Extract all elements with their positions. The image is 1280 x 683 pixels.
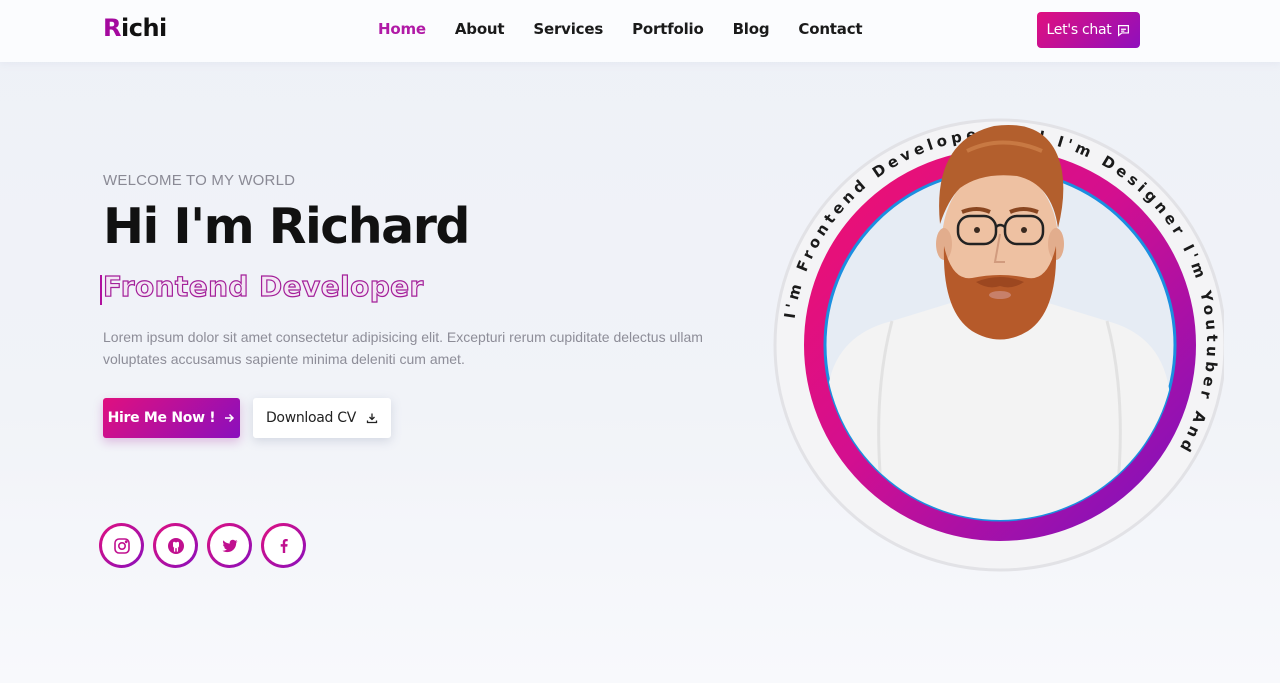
chat-bubble-icon xyxy=(1118,24,1130,37)
nav-services[interactable]: Services xyxy=(533,20,603,38)
logo-text: ichi xyxy=(120,14,167,42)
download-cv-label: Download CV xyxy=(265,410,357,426)
social-links xyxy=(99,523,306,568)
navbar: Richi Home About Services Portfolio Blog… xyxy=(0,0,1280,62)
arrow-right-icon xyxy=(225,413,235,423)
nav-contact[interactable]: Contact xyxy=(798,20,862,38)
intro-paragraph: Lorem ipsum dolor sit amet consectetur a… xyxy=(103,329,703,367)
logo-accent-letter: R xyxy=(103,14,121,42)
instagram-link[interactable] xyxy=(99,523,144,568)
facebook-link[interactable] xyxy=(261,523,306,568)
portrait-badge: I'm Frontend Developer And I'm Designer … xyxy=(772,96,1224,580)
nav-home[interactable]: Home xyxy=(378,20,426,38)
social-inner xyxy=(264,526,303,565)
hire-me-label: Hire Me Now ! xyxy=(107,410,216,426)
nav-about[interactable]: About xyxy=(455,20,505,38)
social-inner xyxy=(156,526,195,565)
social-inner xyxy=(102,526,141,565)
social-inner xyxy=(210,526,249,565)
github-icon xyxy=(167,537,184,554)
instagram-icon xyxy=(113,537,130,554)
lets-chat-button[interactable]: Let's chat xyxy=(1037,12,1140,48)
facebook-icon xyxy=(280,538,288,553)
nav-portfolio[interactable]: Portfolio xyxy=(632,20,704,38)
portrait-svg: I'm Frontend Developer And I'm Designer … xyxy=(773,118,1224,572)
twitter-icon xyxy=(222,539,237,552)
nav-blog[interactable]: Blog xyxy=(733,20,770,38)
hero-title: Hi I'm Richard xyxy=(103,198,470,255)
github-link[interactable] xyxy=(153,523,198,568)
lets-chat-label: Let's chat xyxy=(1046,22,1112,38)
download-cv-button[interactable]: Download CV xyxy=(253,398,391,438)
hire-me-button[interactable]: Hire Me Now ! xyxy=(103,398,240,438)
typing-caret xyxy=(100,275,102,305)
role-text: Frontend Developer xyxy=(102,269,424,303)
logo[interactable]: Richi xyxy=(103,14,167,42)
main-nav: Home About Services Portfolio Blog Conta… xyxy=(378,20,891,38)
twitter-link[interactable] xyxy=(207,523,252,568)
download-icon xyxy=(366,413,378,424)
welcome-text: WELCOME TO MY WORLD xyxy=(103,172,296,189)
